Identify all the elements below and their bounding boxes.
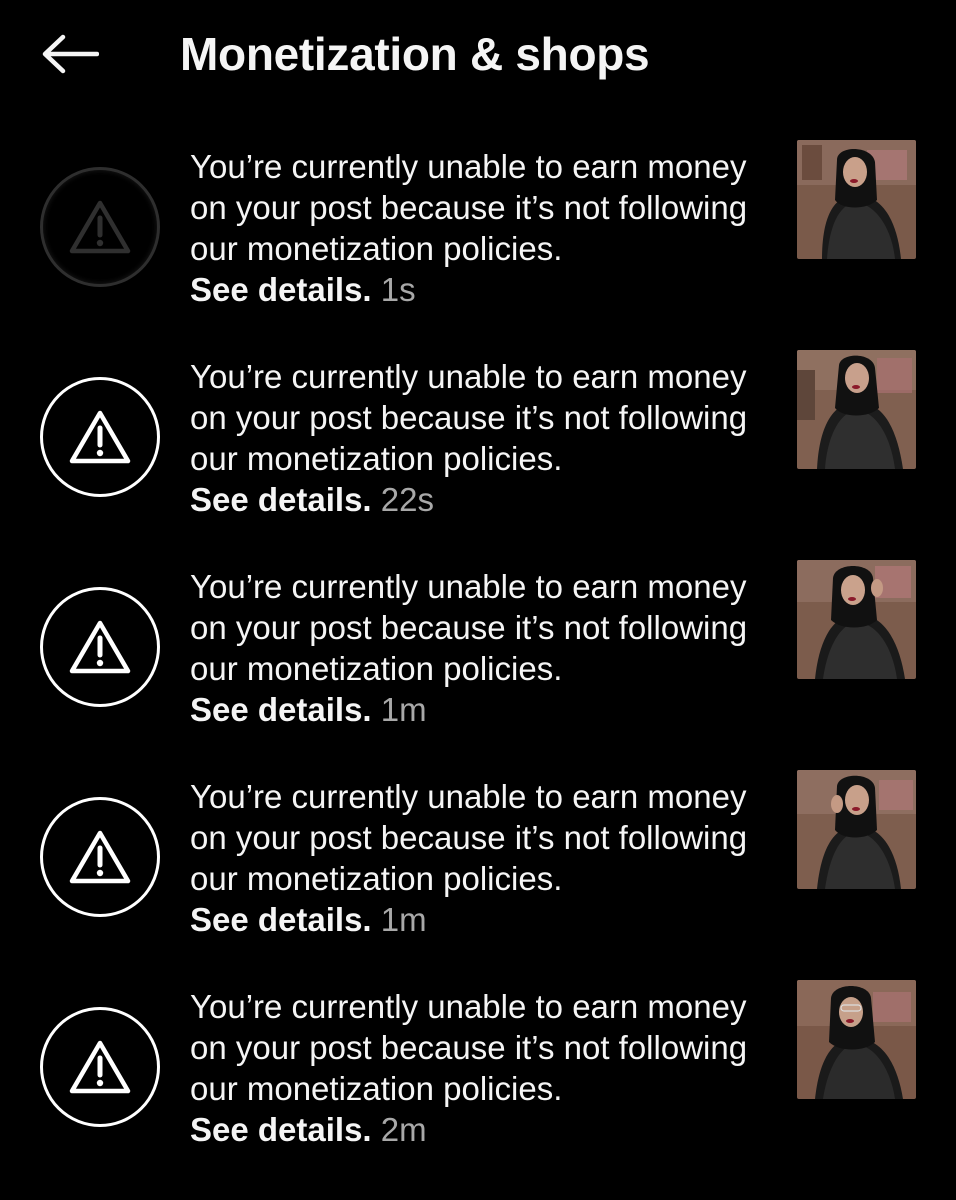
see-details-link[interactable]: See details. <box>190 901 381 938</box>
warning-icon-circle <box>40 167 160 287</box>
notification-text: You’re currently unable to earn money on… <box>190 146 770 310</box>
warning-triangle-icon <box>69 1040 131 1094</box>
notification-timestamp: 22s <box>380 481 434 518</box>
warning-triangle-icon <box>69 620 131 674</box>
post-thumbnail[interactable] <box>797 770 916 889</box>
notification-item[interactable]: You’re currently unable to earn money on… <box>0 560 956 770</box>
notification-message: You’re currently unable to earn money on… <box>190 148 748 267</box>
arrow-left-icon <box>42 34 99 74</box>
notification-item[interactable]: You’re currently unable to earn money on… <box>0 140 956 350</box>
see-details-link[interactable]: See details. <box>190 271 381 308</box>
notification-message: You’re currently unable to earn money on… <box>190 778 748 897</box>
post-thumbnail[interactable] <box>797 140 916 259</box>
back-button[interactable] <box>30 22 110 86</box>
warning-icon-circle <box>40 377 160 497</box>
warning-icon-circle <box>40 797 160 917</box>
notification-text: You’re currently unable to earn money on… <box>190 986 770 1150</box>
notification-message: You’re currently unable to earn money on… <box>190 988 748 1107</box>
post-thumbnail[interactable] <box>797 980 916 1099</box>
warning-icon-circle <box>40 587 160 707</box>
post-thumbnail[interactable] <box>797 350 916 469</box>
notification-item[interactable]: You’re currently unable to earn money on… <box>0 350 956 560</box>
notification-message: You’re currently unable to earn money on… <box>190 568 748 687</box>
warning-triangle-icon <box>69 200 131 254</box>
notification-list: You’re currently unable to earn money on… <box>0 140 956 1190</box>
notification-message: You’re currently unable to earn money on… <box>190 358 748 477</box>
notification-timestamp: 1m <box>380 691 427 728</box>
notification-timestamp: 1s <box>380 271 416 308</box>
warning-icon-circle <box>40 1007 160 1127</box>
notification-item[interactable]: You’re currently unable to earn money on… <box>0 980 956 1190</box>
see-details-link[interactable]: See details. <box>190 1111 381 1148</box>
warning-triangle-icon <box>69 410 131 464</box>
top-bar: Monetization & shops <box>0 0 956 110</box>
notification-text: You’re currently unable to earn money on… <box>190 776 770 940</box>
notification-timestamp: 2m <box>380 1111 427 1148</box>
notification-timestamp: 1m <box>380 901 427 938</box>
see-details-link[interactable]: See details. <box>190 691 381 728</box>
notification-text: You’re currently unable to earn money on… <box>190 356 770 520</box>
warning-triangle-icon <box>69 830 131 884</box>
see-details-link[interactable]: See details. <box>190 481 381 518</box>
post-thumbnail[interactable] <box>797 560 916 679</box>
page-title: Monetization & shops <box>180 28 650 80</box>
notification-text: You’re currently unable to earn money on… <box>190 566 770 730</box>
notification-item[interactable]: You’re currently unable to earn money on… <box>0 770 956 980</box>
